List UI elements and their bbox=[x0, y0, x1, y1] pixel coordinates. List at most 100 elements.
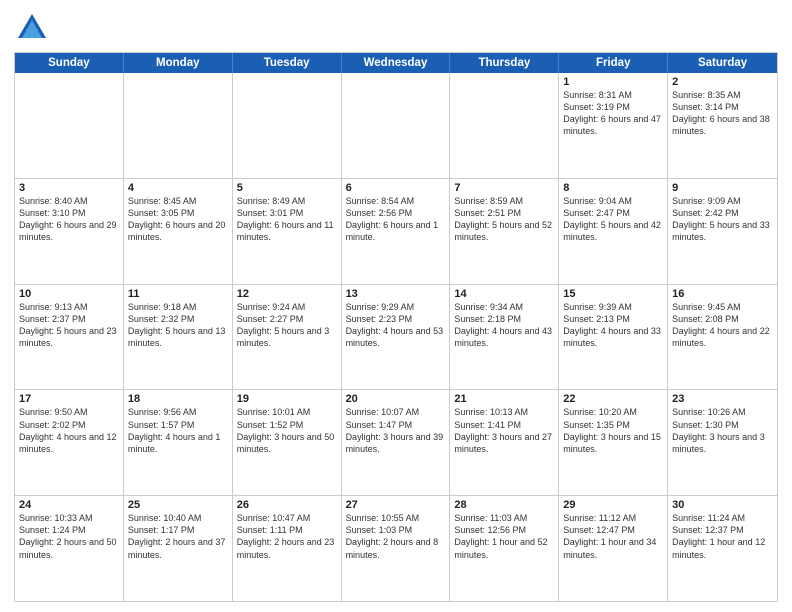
cal-cell: 1Sunrise: 8:31 AM Sunset: 3:19 PM Daylig… bbox=[559, 73, 668, 178]
day-info: Sunrise: 10:01 AM Sunset: 1:52 PM Daylig… bbox=[237, 406, 337, 455]
cal-header-cell: Thursday bbox=[450, 53, 559, 73]
logo-icon bbox=[14, 10, 50, 46]
cal-week: 24Sunrise: 10:33 AM Sunset: 1:24 PM Dayl… bbox=[15, 495, 777, 601]
day-number: 25 bbox=[128, 499, 228, 511]
day-number: 23 bbox=[672, 393, 773, 405]
day-info: Sunrise: 11:24 AM Sunset: 12:37 PM Dayli… bbox=[672, 512, 773, 561]
cal-cell: 29Sunrise: 11:12 AM Sunset: 12:47 PM Day… bbox=[559, 496, 668, 601]
cal-cell: 22Sunrise: 10:20 AM Sunset: 1:35 PM Dayl… bbox=[559, 390, 668, 495]
cal-cell: 8Sunrise: 9:04 AM Sunset: 2:47 PM Daylig… bbox=[559, 179, 668, 284]
day-info: Sunrise: 9:56 AM Sunset: 1:57 PM Dayligh… bbox=[128, 406, 228, 455]
day-info: Sunrise: 8:35 AM Sunset: 3:14 PM Dayligh… bbox=[672, 89, 773, 138]
day-number: 12 bbox=[237, 288, 337, 300]
day-number: 2 bbox=[672, 76, 773, 88]
cal-header-cell: Monday bbox=[124, 53, 233, 73]
cal-cell: 6Sunrise: 8:54 AM Sunset: 2:56 PM Daylig… bbox=[342, 179, 451, 284]
cal-cell bbox=[342, 73, 451, 178]
cal-cell bbox=[450, 73, 559, 178]
cal-header-cell: Tuesday bbox=[233, 53, 342, 73]
cal-cell: 25Sunrise: 10:40 AM Sunset: 1:17 PM Dayl… bbox=[124, 496, 233, 601]
day-info: Sunrise: 9:29 AM Sunset: 2:23 PM Dayligh… bbox=[346, 301, 446, 350]
cal-cell bbox=[233, 73, 342, 178]
day-number: 29 bbox=[563, 499, 663, 511]
day-info: Sunrise: 9:50 AM Sunset: 2:02 PM Dayligh… bbox=[19, 406, 119, 455]
calendar-body: 1Sunrise: 8:31 AM Sunset: 3:19 PM Daylig… bbox=[15, 73, 777, 601]
cal-cell: 14Sunrise: 9:34 AM Sunset: 2:18 PM Dayli… bbox=[450, 285, 559, 390]
day-info: Sunrise: 9:39 AM Sunset: 2:13 PM Dayligh… bbox=[563, 301, 663, 350]
cal-header-cell: Friday bbox=[559, 53, 668, 73]
day-info: Sunrise: 10:07 AM Sunset: 1:47 PM Daylig… bbox=[346, 406, 446, 455]
day-number: 10 bbox=[19, 288, 119, 300]
cal-cell: 9Sunrise: 9:09 AM Sunset: 2:42 PM Daylig… bbox=[668, 179, 777, 284]
day-info: Sunrise: 9:45 AM Sunset: 2:08 PM Dayligh… bbox=[672, 301, 773, 350]
day-info: Sunrise: 9:18 AM Sunset: 2:32 PM Dayligh… bbox=[128, 301, 228, 350]
calendar-header: SundayMondayTuesdayWednesdayThursdayFrid… bbox=[15, 53, 777, 73]
day-info: Sunrise: 9:09 AM Sunset: 2:42 PM Dayligh… bbox=[672, 195, 773, 244]
day-number: 22 bbox=[563, 393, 663, 405]
day-info: Sunrise: 9:24 AM Sunset: 2:27 PM Dayligh… bbox=[237, 301, 337, 350]
day-info: Sunrise: 9:04 AM Sunset: 2:47 PM Dayligh… bbox=[563, 195, 663, 244]
day-number: 9 bbox=[672, 182, 773, 194]
calendar: SundayMondayTuesdayWednesdayThursdayFrid… bbox=[14, 52, 778, 602]
cal-cell: 3Sunrise: 8:40 AM Sunset: 3:10 PM Daylig… bbox=[15, 179, 124, 284]
day-number: 24 bbox=[19, 499, 119, 511]
day-info: Sunrise: 8:31 AM Sunset: 3:19 PM Dayligh… bbox=[563, 89, 663, 138]
day-number: 18 bbox=[128, 393, 228, 405]
day-info: Sunrise: 8:45 AM Sunset: 3:05 PM Dayligh… bbox=[128, 195, 228, 244]
logo bbox=[14, 10, 54, 46]
day-info: Sunrise: 9:34 AM Sunset: 2:18 PM Dayligh… bbox=[454, 301, 554, 350]
header bbox=[14, 10, 778, 46]
cal-cell: 28Sunrise: 11:03 AM Sunset: 12:56 PM Day… bbox=[450, 496, 559, 601]
cal-cell: 26Sunrise: 10:47 AM Sunset: 1:11 PM Dayl… bbox=[233, 496, 342, 601]
cal-week: 10Sunrise: 9:13 AM Sunset: 2:37 PM Dayli… bbox=[15, 284, 777, 390]
day-info: Sunrise: 9:13 AM Sunset: 2:37 PM Dayligh… bbox=[19, 301, 119, 350]
cal-header-cell: Wednesday bbox=[342, 53, 451, 73]
cal-cell: 18Sunrise: 9:56 AM Sunset: 1:57 PM Dayli… bbox=[124, 390, 233, 495]
day-number: 26 bbox=[237, 499, 337, 511]
cal-cell: 4Sunrise: 8:45 AM Sunset: 3:05 PM Daylig… bbox=[124, 179, 233, 284]
page: SundayMondayTuesdayWednesdayThursdayFrid… bbox=[0, 0, 792, 612]
day-info: Sunrise: 8:54 AM Sunset: 2:56 PM Dayligh… bbox=[346, 195, 446, 244]
day-info: Sunrise: 10:40 AM Sunset: 1:17 PM Daylig… bbox=[128, 512, 228, 561]
day-info: Sunrise: 11:12 AM Sunset: 12:47 PM Dayli… bbox=[563, 512, 663, 561]
day-info: Sunrise: 10:13 AM Sunset: 1:41 PM Daylig… bbox=[454, 406, 554, 455]
day-number: 7 bbox=[454, 182, 554, 194]
cal-cell: 19Sunrise: 10:01 AM Sunset: 1:52 PM Dayl… bbox=[233, 390, 342, 495]
day-number: 5 bbox=[237, 182, 337, 194]
day-info: Sunrise: 10:26 AM Sunset: 1:30 PM Daylig… bbox=[672, 406, 773, 455]
day-number: 17 bbox=[19, 393, 119, 405]
day-number: 20 bbox=[346, 393, 446, 405]
day-number: 6 bbox=[346, 182, 446, 194]
day-info: Sunrise: 10:47 AM Sunset: 1:11 PM Daylig… bbox=[237, 512, 337, 561]
day-number: 15 bbox=[563, 288, 663, 300]
day-info: Sunrise: 10:55 AM Sunset: 1:03 PM Daylig… bbox=[346, 512, 446, 561]
day-number: 16 bbox=[672, 288, 773, 300]
cal-week: 3Sunrise: 8:40 AM Sunset: 3:10 PM Daylig… bbox=[15, 178, 777, 284]
cal-cell: 15Sunrise: 9:39 AM Sunset: 2:13 PM Dayli… bbox=[559, 285, 668, 390]
cal-cell bbox=[15, 73, 124, 178]
cal-cell: 5Sunrise: 8:49 AM Sunset: 3:01 PM Daylig… bbox=[233, 179, 342, 284]
day-number: 8 bbox=[563, 182, 663, 194]
cal-cell: 20Sunrise: 10:07 AM Sunset: 1:47 PM Dayl… bbox=[342, 390, 451, 495]
cal-cell: 2Sunrise: 8:35 AM Sunset: 3:14 PM Daylig… bbox=[668, 73, 777, 178]
cal-cell: 12Sunrise: 9:24 AM Sunset: 2:27 PM Dayli… bbox=[233, 285, 342, 390]
day-info: Sunrise: 10:33 AM Sunset: 1:24 PM Daylig… bbox=[19, 512, 119, 561]
cal-cell bbox=[124, 73, 233, 178]
day-number: 13 bbox=[346, 288, 446, 300]
cal-cell: 13Sunrise: 9:29 AM Sunset: 2:23 PM Dayli… bbox=[342, 285, 451, 390]
day-number: 28 bbox=[454, 499, 554, 511]
day-info: Sunrise: 11:03 AM Sunset: 12:56 PM Dayli… bbox=[454, 512, 554, 561]
day-info: Sunrise: 8:40 AM Sunset: 3:10 PM Dayligh… bbox=[19, 195, 119, 244]
cal-header-cell: Saturday bbox=[668, 53, 777, 73]
cal-cell: 21Sunrise: 10:13 AM Sunset: 1:41 PM Dayl… bbox=[450, 390, 559, 495]
cal-cell: 7Sunrise: 8:59 AM Sunset: 2:51 PM Daylig… bbox=[450, 179, 559, 284]
day-number: 3 bbox=[19, 182, 119, 194]
day-number: 21 bbox=[454, 393, 554, 405]
cal-cell: 17Sunrise: 9:50 AM Sunset: 2:02 PM Dayli… bbox=[15, 390, 124, 495]
cal-week: 1Sunrise: 8:31 AM Sunset: 3:19 PM Daylig… bbox=[15, 73, 777, 178]
cal-cell: 23Sunrise: 10:26 AM Sunset: 1:30 PM Dayl… bbox=[668, 390, 777, 495]
cal-cell: 24Sunrise: 10:33 AM Sunset: 1:24 PM Dayl… bbox=[15, 496, 124, 601]
day-number: 1 bbox=[563, 76, 663, 88]
day-info: Sunrise: 10:20 AM Sunset: 1:35 PM Daylig… bbox=[563, 406, 663, 455]
cal-cell: 10Sunrise: 9:13 AM Sunset: 2:37 PM Dayli… bbox=[15, 285, 124, 390]
